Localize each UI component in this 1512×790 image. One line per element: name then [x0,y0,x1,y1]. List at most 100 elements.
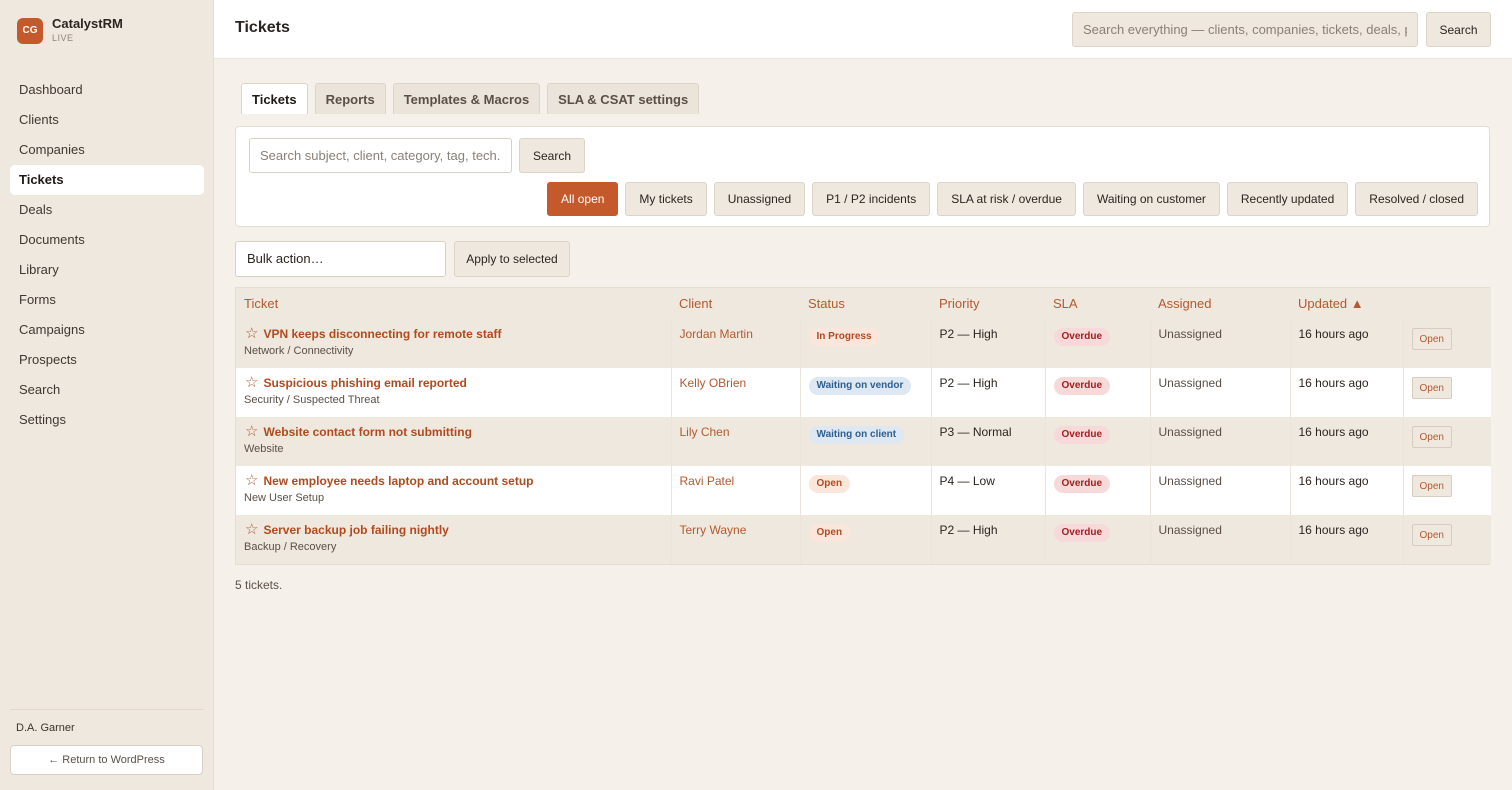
sidebar: CG CatalystRM LIVE Dashboard Clients Com… [0,0,214,790]
updated-value: 16 hours ago [1290,466,1404,515]
open-ticket-button[interactable]: Open [1411,475,1452,497]
filter-chip-my-tickets[interactable]: My tickets [625,182,707,216]
filter-chip-all-open[interactable]: All open [547,182,619,216]
star-icon[interactable]: ☆ [245,424,258,439]
ticket-title-link[interactable]: VPN keeps disconnecting for remote staff [263,327,501,341]
column-header-client[interactable]: Client [671,288,800,319]
star-icon[interactable]: ☆ [245,473,258,488]
sidebar-item-library[interactable]: Library [10,255,204,285]
updated-value: 16 hours ago [1290,319,1404,368]
brand-text: CatalystRM LIVE [52,16,123,45]
tab-tickets[interactable]: Tickets [241,83,308,114]
client-link[interactable]: Jordan Martin [680,327,753,341]
assigned-value: Unassigned [1150,319,1291,368]
sidebar-item-prospects[interactable]: Prospects [10,345,204,375]
ticket-search-button[interactable]: Search [519,138,585,173]
table-row: ☆ Server backup job failing nightly Backu… [236,515,1491,564]
brand-logo: CG [17,17,43,44]
sla-badge: Overdue [1053,328,1111,346]
filter-chip-p1-p2-incidents[interactable]: P1 / P2 incidents [812,182,931,216]
column-header-assigned[interactable]: Assigned [1150,288,1290,319]
sla-badge: Overdue [1053,524,1111,542]
status-badge: In Progress [808,328,880,346]
sidebar-item-search[interactable]: Search [10,375,204,405]
column-header-actions [1403,288,1491,319]
filter-chips: All open My tickets Unassigned P1 / P2 i… [540,182,1478,216]
open-ticket-button[interactable]: Open [1411,377,1452,399]
global-search-input[interactable] [1072,12,1418,47]
table-row: ☆ New employee needs laptop and account s… [236,466,1491,515]
ticket-cell: ☆ VPN keeps disconnecting for remote staf… [236,319,672,368]
sidebar-item-tickets[interactable]: Tickets [10,165,204,195]
priority-value: P2 — High [931,319,1046,368]
page-title: Tickets [235,19,290,36]
table-header-row: Ticket Client Status Priority SLA Assign… [236,288,1491,319]
open-ticket-button[interactable]: Open [1411,328,1452,350]
filter-panel: Search All open My tickets Unassigned P1… [235,126,1490,227]
sidebar-item-dashboard[interactable]: Dashboard [10,75,204,105]
sidebar-item-settings[interactable]: Settings [10,405,204,435]
ticket-tabs: Tickets Reports Templates & Macros SLA &… [241,83,706,114]
column-header-updated[interactable]: Updated ▲ [1290,288,1403,319]
client-link[interactable]: Ravi Patel [680,474,735,488]
assigned-value: Unassigned [1150,417,1291,466]
sla-badge: Overdue [1053,426,1111,444]
filter-chip-recently-updated[interactable]: Recently updated [1226,182,1349,216]
client-link[interactable]: Terry Wayne [680,523,747,537]
column-header-sla[interactable]: SLA [1045,288,1150,319]
ticket-cell: ☆ Server backup job failing nightly Backu… [236,515,672,564]
tab-sla-csat-settings[interactable]: SLA & CSAT settings [547,83,700,114]
tab-templates-macros[interactable]: Templates & Macros [392,83,541,114]
client-link[interactable]: Lily Chen [680,425,730,439]
bulk-action-select[interactable]: Bulk action… [235,241,446,277]
client-link[interactable]: Kelly OBrien [680,376,747,390]
ticket-title-link[interactable]: Suspicious phishing email reported [263,376,466,390]
ticket-title-link[interactable]: Website contact form not submitting [263,425,471,439]
sla-badge: Overdue [1053,475,1111,493]
updated-value: 16 hours ago [1290,368,1404,417]
assigned-value: Unassigned [1150,515,1291,564]
ticket-title-link[interactable]: New employee needs laptop and account se… [263,474,533,488]
ticket-search-input[interactable] [249,138,512,173]
star-icon[interactable]: ☆ [245,522,258,537]
sidebar-nav: Dashboard Clients Companies Tickets Deal… [10,75,204,435]
sidebar-item-clients[interactable]: Clients [10,105,204,135]
status-badge: Open [808,475,851,493]
filter-chip-resolved-closed[interactable]: Resolved / closed [1355,182,1478,216]
open-ticket-button[interactable]: Open [1411,524,1452,546]
assigned-value: Unassigned [1150,368,1291,417]
sidebar-item-deals[interactable]: Deals [10,195,204,225]
apply-to-selected-button[interactable]: Apply to selected [454,241,570,277]
brand-status: LIVE [52,33,74,43]
table-row: ☆ Suspicious phishing email reported Secu… [236,368,1491,417]
ticket-category: Security / Suspected Threat [244,394,380,406]
star-icon[interactable]: ☆ [245,375,258,390]
sla-badge: Overdue [1053,377,1111,395]
sidebar-divider [10,709,204,710]
status-badge: Waiting on client [808,426,905,444]
sidebar-item-documents[interactable]: Documents [10,225,204,255]
ticket-category: Network / Connectivity [244,345,354,357]
filter-chip-unassigned[interactable]: Unassigned [713,182,806,216]
updated-value: 16 hours ago [1290,417,1404,466]
ticket-category: New User Setup [244,492,325,504]
filter-chip-waiting-on-customer[interactable]: Waiting on customer [1082,182,1220,216]
global-search-button[interactable]: Search [1426,12,1491,47]
table-row: ☆ VPN keeps disconnecting for remote staf… [236,319,1491,368]
sidebar-item-companies[interactable]: Companies [10,135,204,165]
filter-chip-sla-at-risk[interactable]: SLA at risk / overdue [937,182,1076,216]
sidebar-item-forms[interactable]: Forms [10,285,204,315]
ticket-title-link[interactable]: Server backup job failing nightly [263,523,448,537]
brand[interactable]: CG CatalystRM LIVE [17,16,123,45]
user-name: D.A. Garner [16,722,75,734]
column-header-status[interactable]: Status [800,288,931,319]
priority-value: P4 — Low [931,466,1046,515]
return-to-wordpress-button[interactable]: ← Return to WordPress [10,745,203,775]
sidebar-item-campaigns[interactable]: Campaigns [10,315,204,345]
tab-reports[interactable]: Reports [314,83,386,114]
column-header-ticket[interactable]: Ticket [236,288,671,319]
open-ticket-button[interactable]: Open [1411,426,1452,448]
column-header-priority[interactable]: Priority [931,288,1045,319]
star-icon[interactable]: ☆ [245,326,258,341]
priority-value: P2 — High [931,515,1046,564]
